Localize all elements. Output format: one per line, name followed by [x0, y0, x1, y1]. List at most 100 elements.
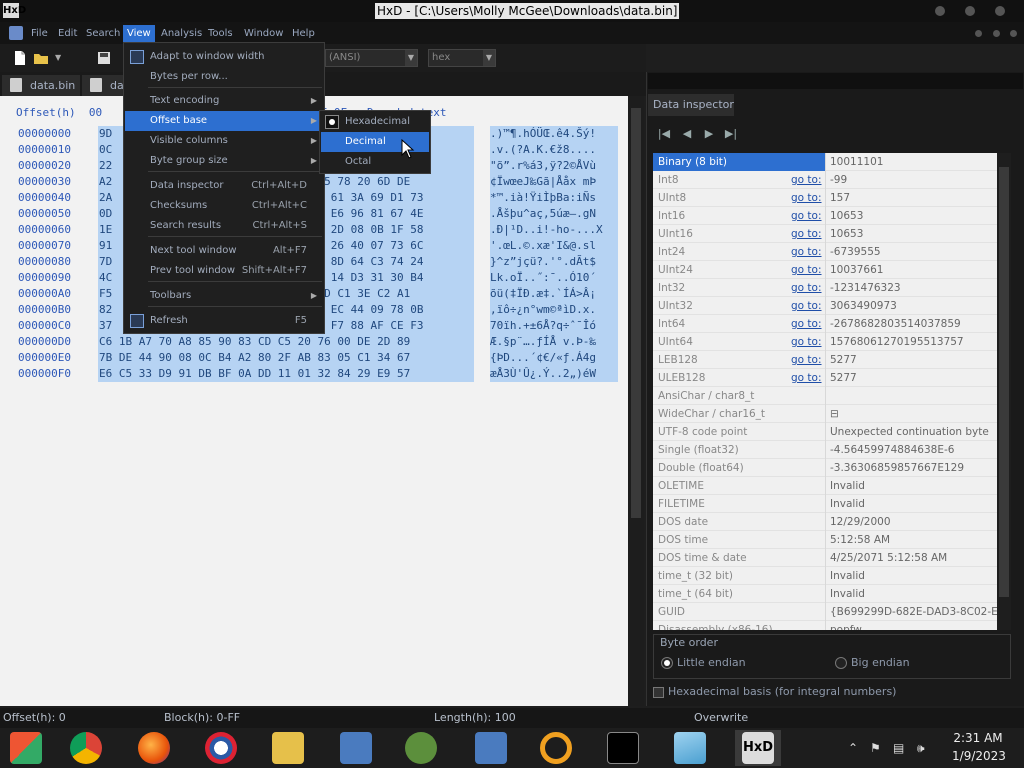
- menu-file[interactable]: File: [27, 25, 52, 42]
- row-decoded-text[interactable]: õü(‡ÏÐ.æ‡.`ÍÁ>Â¡: [490, 286, 618, 302]
- inspector-row[interactable]: LEB128 go to: 5277: [653, 351, 997, 369]
- data-inspector-titlebar[interactable]: [648, 73, 1023, 89]
- inspector-row[interactable]: UInt32 go to: 3063490973: [653, 297, 997, 315]
- mdi-close-button[interactable]: [1010, 30, 1017, 37]
- flag-icon[interactable]: ⚑: [870, 741, 881, 755]
- goto-link[interactable]: go to:: [791, 189, 822, 207]
- view-menu-item-offset-base[interactable]: Offset base ▶: [125, 111, 323, 131]
- goto-link[interactable]: go to:: [791, 171, 822, 189]
- menu-view[interactable]: View: [123, 25, 155, 42]
- network-computer-icon[interactable]: [340, 732, 372, 764]
- inspector-value[interactable]: ⊟: [830, 405, 839, 423]
- hex-basis-checkbox[interactable]: Hexadecimal basis (for integral numbers): [653, 685, 896, 699]
- row-decoded-text[interactable]: æÅ3Ù'Û¿.Ý..2„)éW: [490, 366, 618, 382]
- view-menu-item-toolbars[interactable]: Toolbars ▶: [125, 286, 323, 306]
- open-dropdown-arrow-icon[interactable]: ▼: [55, 53, 61, 62]
- inspector-value[interactable]: 157: [830, 189, 850, 207]
- inspector-row[interactable]: Binary (8 bit) 10011101: [653, 153, 997, 171]
- inspector-value[interactable]: 10037661: [830, 261, 883, 279]
- row-decoded-text[interactable]: }^z”jçü?.'°.dÃt$: [490, 254, 618, 270]
- goto-link[interactable]: go to:: [791, 315, 822, 333]
- inspector-value[interactable]: -6739555: [830, 243, 881, 261]
- inspector-value[interactable]: 3063490973: [830, 297, 897, 315]
- offset-base-select[interactable]: hex ▼: [428, 49, 496, 67]
- inspector-row[interactable]: AnsiChar / char8_t: [653, 387, 997, 405]
- inspector-row[interactable]: UInt16 go to: 10653: [653, 225, 997, 243]
- inspector-value[interactable]: 10011101: [830, 153, 883, 171]
- row-decoded-text[interactable]: {ÞD...´¢€/«ƒ.Á4g: [490, 350, 618, 366]
- scrollbar-thumb[interactable]: [631, 108, 641, 518]
- hex-scrollbar[interactable]: [628, 96, 644, 706]
- row-decoded-text[interactable]: *™.ià!ŸiÌþBa:iÑs: [490, 190, 618, 206]
- inspector-row[interactable]: time_t (64 bit) Invalid: [653, 585, 997, 603]
- chrome-icon[interactable]: [70, 732, 102, 764]
- hxd-app-icon[interactable]: HxD: [3, 3, 26, 18]
- minimize-button[interactable]: [935, 6, 945, 16]
- inspector-row[interactable]: UInt64 go to: 15768061270195513757: [653, 333, 997, 351]
- row-decoded-text[interactable]: 70ïh.+±6Å?q÷ˆ¯Îó: [490, 318, 618, 334]
- view-menu-item-visible-columns[interactable]: Visible columns ▶: [125, 131, 323, 151]
- file-explorer-icon[interactable]: [272, 732, 304, 764]
- inspector-row[interactable]: Int16 go to: 10653: [653, 207, 997, 225]
- scrollbar-thumb[interactable]: [999, 167, 1009, 597]
- hxd-icon[interactable]: HxD: [742, 732, 774, 764]
- inspector-value[interactable]: 5277: [830, 369, 857, 387]
- row-decoded-text[interactable]: Lk.oÏ..˝:¯..Ó10´: [490, 270, 618, 286]
- inspector-row[interactable]: Int8 go to: -99: [653, 171, 997, 189]
- data-inspector-scrollbar[interactable]: [997, 153, 1011, 630]
- goto-link[interactable]: go to:: [791, 333, 822, 351]
- inspector-row[interactable]: Int64 go to: -2678682803514037859: [653, 315, 997, 333]
- inspector-row[interactable]: Single (float32) -4.56459974884638E-6: [653, 441, 997, 459]
- inspector-row[interactable]: OLETIME Invalid: [653, 477, 997, 495]
- row-hex-bytes[interactable]: 7B DE 44 90 08 0C B4 A2 80 2F AB 83 05 C…: [98, 350, 474, 366]
- goto-link[interactable]: go to:: [791, 207, 822, 225]
- view-menu-item-byte-group-size[interactable]: Byte group size ▶: [125, 151, 323, 171]
- menu-help[interactable]: Help: [288, 25, 319, 42]
- inspector-value[interactable]: 5:12:58 AM: [830, 531, 890, 549]
- view-menu-item-search-results[interactable]: Search results Ctrl+Alt+S: [125, 216, 323, 236]
- tab-data-bin[interactable]: data.bin: [2, 75, 80, 96]
- maximize-button[interactable]: [965, 6, 975, 16]
- firefox-icon[interactable]: [138, 732, 170, 764]
- first-icon[interactable]: |◀: [657, 127, 671, 141]
- terminal-icon[interactable]: [607, 732, 639, 764]
- inspector-row[interactable]: DOS date 12/29/2000: [653, 513, 997, 531]
- inspector-row[interactable]: WideChar / char16_t ⊟: [653, 405, 997, 423]
- last-icon[interactable]: ▶|: [724, 127, 738, 141]
- row-decoded-text[interactable]: "õ”.r%á3,ÿ?2©ÅVù: [490, 158, 618, 174]
- inspector-row[interactable]: ULEB128 go to: 5277: [653, 369, 997, 387]
- people-icon[interactable]: [405, 732, 437, 764]
- offset-base-hexadecimal[interactable]: Hexadecimal: [321, 112, 429, 132]
- view-menu-item-next-tool-window[interactable]: Next tool window Alt+F7: [125, 241, 323, 261]
- big-endian-radio[interactable]: Big endian: [835, 656, 910, 670]
- inspector-value[interactable]: 15768061270195513757: [830, 333, 964, 351]
- encoding-select[interactable]: (ANSI) ▼: [325, 49, 418, 67]
- inspector-value[interactable]: 5277: [830, 351, 857, 369]
- inspector-row[interactable]: UInt8 go to: 157: [653, 189, 997, 207]
- goto-link[interactable]: go to:: [791, 297, 822, 315]
- inspector-row[interactable]: DOS time 5:12:58 AM: [653, 531, 997, 549]
- inspector-value[interactable]: 12/29/2000: [830, 513, 891, 531]
- view-menu-item-checksums[interactable]: Checksums Ctrl+Alt+C: [125, 196, 323, 216]
- menu-tools[interactable]: Tools: [204, 25, 237, 42]
- mdi-minimize-button[interactable]: [975, 30, 982, 37]
- row-decoded-text[interactable]: .)™¶.hÓÜŒ.ê4.Šý!: [490, 126, 618, 142]
- network-computer-icon[interactable]: [475, 732, 507, 764]
- inspector-row[interactable]: DOS time & date 4/25/2071 5:12:58 AM: [653, 549, 997, 567]
- clock-date[interactable]: 1/9/2023: [944, 749, 1014, 763]
- menu-analysis[interactable]: Analysis: [157, 25, 206, 42]
- row-decoded-text[interactable]: .v.(?A.K.€ž8....: [490, 142, 618, 158]
- row-hex-bytes[interactable]: C6 1B A7 70 A8 85 90 83 CD C5 20 76 00 D…: [98, 334, 474, 350]
- row-decoded-text[interactable]: ¢ÏwœeJ‰Gã|Ååx mÞ: [490, 174, 618, 190]
- goto-link[interactable]: go to:: [791, 279, 822, 297]
- notepad-icon[interactable]: [674, 732, 706, 764]
- open-folder-icon[interactable]: [33, 50, 49, 66]
- inspector-row[interactable]: Int24 go to: -6739555: [653, 243, 997, 261]
- view-menu-item-refresh[interactable]: Refresh F5: [125, 311, 323, 331]
- document-icon[interactable]: [9, 26, 23, 40]
- previous-icon[interactable]: ◀: [680, 127, 694, 141]
- inspector-row[interactable]: Int32 go to: -1231476323: [653, 279, 997, 297]
- inspector-value[interactable]: -99: [830, 171, 847, 189]
- inspector-value[interactable]: 10653: [830, 207, 863, 225]
- save-icon[interactable]: [96, 50, 112, 66]
